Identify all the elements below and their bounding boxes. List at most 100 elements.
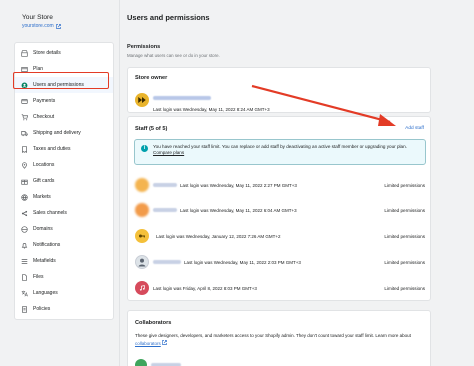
store-owner-title: Store owner bbox=[135, 75, 168, 81]
staff-card: Staff (5 of 5) Add staff i You have reac… bbox=[127, 116, 431, 301]
sidebar-item-label: Markets bbox=[33, 194, 51, 200]
sidebar-item-label: Languages bbox=[33, 290, 58, 296]
section-title: Permissions bbox=[127, 44, 161, 50]
staff-row[interactable]: Last login was Friday, April 8, 2022 8:0… bbox=[135, 277, 425, 299]
taxes-icon bbox=[20, 145, 28, 153]
metafields-icon bbox=[20, 257, 28, 265]
sidebar-item-label: Users and permissions bbox=[33, 82, 84, 88]
domain-icon bbox=[20, 225, 28, 233]
channels-icon bbox=[20, 209, 28, 217]
collaborators-description: These give designers, developers, and ma… bbox=[135, 333, 425, 347]
collaborator-row[interactable] bbox=[135, 359, 181, 366]
location-icon bbox=[20, 161, 28, 169]
staff-row[interactable]: Last login was Wednesday, May 11, 2022 6… bbox=[135, 199, 425, 221]
main-content: Users and permissions Permissions Manage… bbox=[121, 0, 474, 366]
collaborators-title: Collaborators bbox=[135, 320, 172, 326]
sidebar-item-store-details[interactable]: Store details bbox=[15, 45, 113, 61]
sidebar-item-label: Notifications bbox=[33, 242, 61, 248]
sidebar-item-notifications[interactable]: Notifications bbox=[15, 237, 113, 253]
staff-title: Staff (5 of 5) bbox=[135, 126, 168, 132]
info-icon: i bbox=[141, 145, 148, 152]
banner-text: You have reached your staff limit. You c… bbox=[153, 144, 407, 149]
avatar bbox=[135, 229, 149, 243]
sidebar-item-label: Store details bbox=[33, 50, 61, 56]
store-owner-row[interactable]: Last login was Wednesday, May 11, 2022 8… bbox=[135, 87, 270, 112]
staff-row[interactable]: Last login was Wednesday, January 12, 20… bbox=[135, 225, 425, 247]
sidebar-item-plan[interactable]: Plan bbox=[15, 61, 113, 77]
sidebar-item-checkout[interactable]: Checkout bbox=[15, 109, 113, 125]
policy-icon bbox=[20, 305, 28, 313]
redacted-name bbox=[153, 260, 181, 264]
sidebar-item-label: Sales channels bbox=[33, 210, 67, 216]
sidebar-item-label: Locations bbox=[33, 162, 55, 168]
permission-label: Limited permissions bbox=[384, 259, 425, 265]
sidebar-item-payments[interactable]: Payments bbox=[15, 93, 113, 109]
payments-icon bbox=[20, 97, 28, 105]
store-owner-card: Store owner Last login was Wednesday, Ma… bbox=[127, 67, 431, 113]
sidebar-item-label: Metafields bbox=[33, 258, 56, 264]
store-link[interactable]: yourstore.com bbox=[22, 22, 119, 30]
sidebar-item-taxes[interactable]: Taxes and duties bbox=[15, 141, 113, 157]
globe-icon bbox=[20, 193, 28, 201]
plan-icon bbox=[20, 65, 28, 73]
user-icon bbox=[20, 81, 28, 89]
avatar bbox=[135, 92, 149, 107]
sidebar-item-metafields[interactable]: Metafields bbox=[15, 253, 113, 269]
last-login-text: Last login was Wednesday, May 11, 2022 6… bbox=[180, 207, 297, 213]
external-link-icon bbox=[55, 23, 61, 29]
sidebar-item-gift-cards[interactable]: Gift cards bbox=[15, 173, 113, 189]
sidebar-item-label: Plan bbox=[33, 66, 44, 72]
last-login-text: Last login was Friday, April 8, 2022 8:0… bbox=[153, 285, 257, 291]
section-subtitle: Manage what users can see or do in your … bbox=[127, 53, 220, 58]
fast-forward-icon bbox=[138, 96, 146, 103]
settings-sidebar: Your Store yourstore.com Store details P… bbox=[0, 0, 120, 366]
sidebar-item-label: Shipping and delivery bbox=[33, 130, 81, 136]
redacted-name bbox=[153, 208, 177, 212]
collaborators-text: These give designers, developers, and ma… bbox=[135, 333, 411, 338]
sidebar-item-domains[interactable]: Domains bbox=[15, 221, 113, 237]
sidebar-item-sales-channels[interactable]: Sales channels bbox=[15, 205, 113, 221]
sidebar-item-files[interactable]: Files bbox=[15, 269, 113, 285]
compare-plans-link[interactable]: Compare plans bbox=[153, 150, 184, 155]
avatar bbox=[135, 178, 149, 192]
permission-label: Limited permissions bbox=[384, 182, 425, 188]
redacted-name bbox=[153, 96, 211, 100]
external-link-icon bbox=[162, 339, 167, 345]
staff-row[interactable]: Last login was Wednesday, May 11, 2022 2… bbox=[135, 251, 425, 273]
last-login-text: Last login was Wednesday, May 11, 2022 2… bbox=[180, 182, 297, 188]
last-login-text: Last login was Wednesday, January 12, 20… bbox=[156, 233, 281, 239]
sidebar-item-policies[interactable]: Policies bbox=[15, 301, 113, 317]
avatar bbox=[135, 203, 149, 217]
permission-label: Limited permissions bbox=[384, 285, 425, 291]
sidebar-item-label: Files bbox=[33, 274, 44, 280]
avatar bbox=[135, 359, 147, 366]
sidebar-item-locations[interactable]: Locations bbox=[15, 157, 113, 173]
store-name: Your Store bbox=[22, 14, 53, 21]
permission-label: Limited permissions bbox=[384, 233, 425, 239]
truck-icon bbox=[20, 129, 28, 137]
staff-row[interactable]: Last login was Wednesday, May 11, 2022 2… bbox=[135, 174, 425, 196]
sidebar-item-languages[interactable]: Languages bbox=[15, 285, 113, 301]
bell-icon bbox=[20, 241, 28, 249]
collaborators-link[interactable]: collaborators bbox=[135, 341, 161, 346]
add-staff-link[interactable]: Add staff bbox=[405, 126, 424, 131]
language-icon bbox=[20, 289, 28, 297]
sidebar-item-label: Policies bbox=[33, 306, 51, 312]
permission-label: Limited permissions bbox=[384, 207, 425, 213]
sidebar-item-label: Taxes and duties bbox=[33, 146, 71, 152]
staff-limit-banner: i You have reached your staff limit. You… bbox=[134, 139, 426, 165]
gift-icon bbox=[20, 177, 28, 185]
key-icon bbox=[139, 234, 145, 238]
sidebar-item-label: Domains bbox=[33, 226, 53, 232]
redacted-name bbox=[153, 183, 177, 187]
sidebar-item-markets[interactable]: Markets bbox=[15, 189, 113, 205]
avatar bbox=[135, 255, 149, 269]
sidebar-item-users-and-permissions[interactable]: Users and permissions bbox=[15, 77, 113, 93]
store-link-text[interactable]: yourstore.com bbox=[22, 22, 54, 30]
cart-icon bbox=[20, 113, 28, 121]
file-icon bbox=[20, 273, 28, 281]
sidebar-item-label: Checkout bbox=[33, 114, 55, 120]
sidebar-item-shipping[interactable]: Shipping and delivery bbox=[15, 125, 113, 141]
store-icon bbox=[20, 49, 28, 57]
last-login-text: Last login was Wednesday, May 11, 2022 8… bbox=[153, 107, 270, 112]
